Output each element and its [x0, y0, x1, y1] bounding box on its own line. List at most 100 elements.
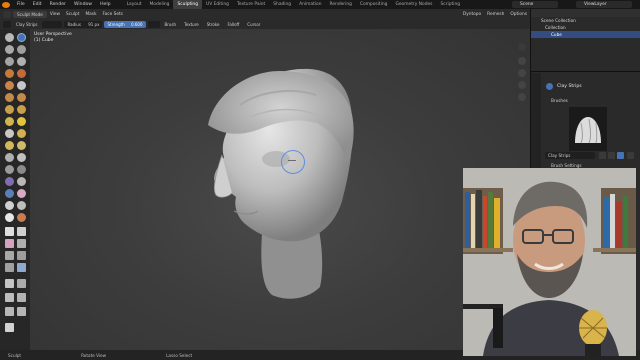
brush-name[interactable]: Clay Strips [13, 21, 40, 28]
box-hide-icon[interactable] [17, 227, 26, 236]
falloff-dropdown[interactable]: Falloff [224, 21, 242, 28]
tab-texture-paint[interactable]: Texture Paint [233, 0, 269, 9]
snake-hook-brush-icon[interactable] [17, 129, 26, 138]
brush-dropdown[interactable]: Brush [162, 21, 180, 28]
direction-toggle[interactable] [147, 20, 160, 28]
multiplane-scrape-brush-icon[interactable] [17, 105, 26, 114]
tab-modeling[interactable]: Modeling [146, 0, 174, 9]
tab-geometry-nodes[interactable]: Geometry Nodes [391, 0, 436, 9]
slide-relax-brush-icon[interactable] [5, 165, 14, 174]
cloth-brush-icon[interactable] [5, 177, 14, 186]
menu-help[interactable]: Help [96, 2, 114, 7]
brush-name-field[interactable]: Clay Strips [545, 152, 595, 159]
clay-strips-brush-icon[interactable] [17, 33, 26, 42]
mask-brush-icon[interactable] [5, 189, 14, 198]
color-filter-icon[interactable] [17, 263, 26, 272]
paint-brush-icon[interactable] [5, 213, 14, 222]
menu-edit[interactable]: Edit [29, 2, 46, 7]
elastic-deform-brush-icon[interactable] [5, 129, 14, 138]
menu-window[interactable]: Window [70, 2, 96, 7]
tab-sculpting[interactable]: Sculpting [173, 0, 202, 9]
tab-layout[interactable]: Layout [123, 0, 146, 9]
menu-file[interactable]: File [13, 2, 29, 7]
ortho-grid-icon[interactable] [518, 93, 526, 101]
brush-selector[interactable] [42, 20, 63, 28]
draw-brush-icon[interactable] [5, 33, 14, 42]
smear-brush-icon[interactable] [17, 213, 26, 222]
menu-face-sets[interactable]: Face Sets [100, 12, 126, 17]
inflate-brush-icon[interactable] [5, 69, 14, 78]
blob-brush-icon[interactable] [17, 69, 26, 78]
box-face-set-icon[interactable] [5, 239, 14, 248]
clay-brush-icon[interactable] [17, 45, 26, 54]
brush-icon[interactable] [3, 20, 11, 28]
layer-brush-icon[interactable] [17, 57, 26, 66]
cursor-dropdown[interactable]: Cursor [244, 21, 263, 28]
tab-compositing[interactable]: Compositing [356, 0, 392, 9]
box-mask-icon[interactable] [5, 227, 14, 236]
dyntopo-toggle[interactable]: Dyntopo [460, 12, 484, 17]
pinch-brush-icon[interactable] [5, 117, 14, 126]
menu-view[interactable]: View [47, 12, 63, 17]
rotate-brush-icon[interactable] [17, 153, 26, 162]
navigation-gizmo-icon[interactable] [518, 43, 526, 51]
boundary-brush-icon[interactable] [17, 165, 26, 174]
brushes-panel-title[interactable]: Brushes [551, 98, 568, 103]
zoom-icon[interactable] [518, 57, 526, 65]
rotate-icon[interactable] [17, 293, 26, 302]
nudge-brush-icon[interactable] [5, 153, 14, 162]
brush-lock-icon[interactable] [617, 152, 624, 159]
radius-field[interactable]: Radius 91 px [64, 20, 103, 28]
outliner-row-collection[interactable]: Collection [531, 24, 640, 31]
tab-animation[interactable]: Animation [295, 0, 325, 9]
pose-brush-icon[interactable] [17, 141, 26, 150]
grab-brush-icon[interactable] [17, 117, 26, 126]
camera-view-icon[interactable] [518, 81, 526, 89]
duplicate-brush-icon[interactable] [608, 152, 615, 159]
menu-render[interactable]: Render [46, 2, 70, 7]
simplify-brush-icon[interactable] [17, 177, 26, 186]
tab-shading[interactable]: Shading [269, 0, 295, 9]
blender-logo-icon[interactable] [2, 1, 10, 8]
view-layer-selector[interactable]: ViewLayer [576, 1, 632, 8]
menu-mask[interactable]: Mask [82, 12, 99, 17]
draw-face-sets-brush-icon[interactable] [17, 189, 26, 198]
transform-icon[interactable] [17, 307, 26, 316]
mask-by-color-icon[interactable] [17, 279, 26, 288]
multires-displacement-smear-icon[interactable] [17, 201, 26, 210]
line-project-icon[interactable] [5, 251, 14, 260]
scale-icon[interactable] [5, 307, 14, 316]
tab-scripting[interactable]: Scripting [436, 0, 464, 9]
options-menu[interactable]: Options [507, 12, 530, 17]
stroke-dropdown[interactable]: Stroke [204, 21, 223, 28]
3d-viewport[interactable]: User Perspective (1) Cube [30, 29, 530, 350]
outliner-row-cube[interactable]: Cube [531, 31, 640, 38]
outliner-row-scene-collection[interactable]: Scene Collection [531, 17, 640, 24]
tab-rendering[interactable]: Rendering [325, 0, 355, 9]
texture-dropdown[interactable]: Texture [181, 21, 202, 28]
mode-selector[interactable]: Sculpt Mode [13, 10, 47, 18]
crease-brush-icon[interactable] [5, 81, 14, 90]
thumb-brush-icon[interactable] [5, 141, 14, 150]
smooth-brush-icon[interactable] [17, 81, 26, 90]
menu-sculpt[interactable]: Sculpt [63, 12, 82, 17]
mesh-filter-icon[interactable] [17, 251, 26, 260]
tab-uv-editing[interactable]: UV Editing [202, 0, 233, 9]
move-icon[interactable] [5, 293, 14, 302]
scene-selector[interactable]: Scene [512, 1, 558, 8]
strength-field[interactable]: Strength 0.600 [104, 20, 146, 28]
scrape-brush-icon[interactable] [5, 105, 14, 114]
multires-displacement-eraser-icon[interactable] [5, 201, 14, 210]
flatten-brush-icon[interactable] [5, 93, 14, 102]
annotate-icon[interactable] [5, 323, 14, 332]
remesh-menu[interactable]: Remesh [484, 12, 507, 17]
fill-brush-icon[interactable] [17, 93, 26, 102]
clay-thumb-brush-icon[interactable] [5, 57, 14, 66]
fake-user-icon[interactable] [599, 152, 606, 159]
edit-face-set-icon[interactable] [5, 279, 14, 288]
brush-preview-thumbnail[interactable] [569, 107, 607, 151]
pan-hand-icon[interactable] [518, 69, 526, 77]
box-trim-icon[interactable] [17, 239, 26, 248]
remove-brush-icon[interactable] [627, 152, 634, 159]
editor-type-icon[interactable] [3, 10, 11, 18]
